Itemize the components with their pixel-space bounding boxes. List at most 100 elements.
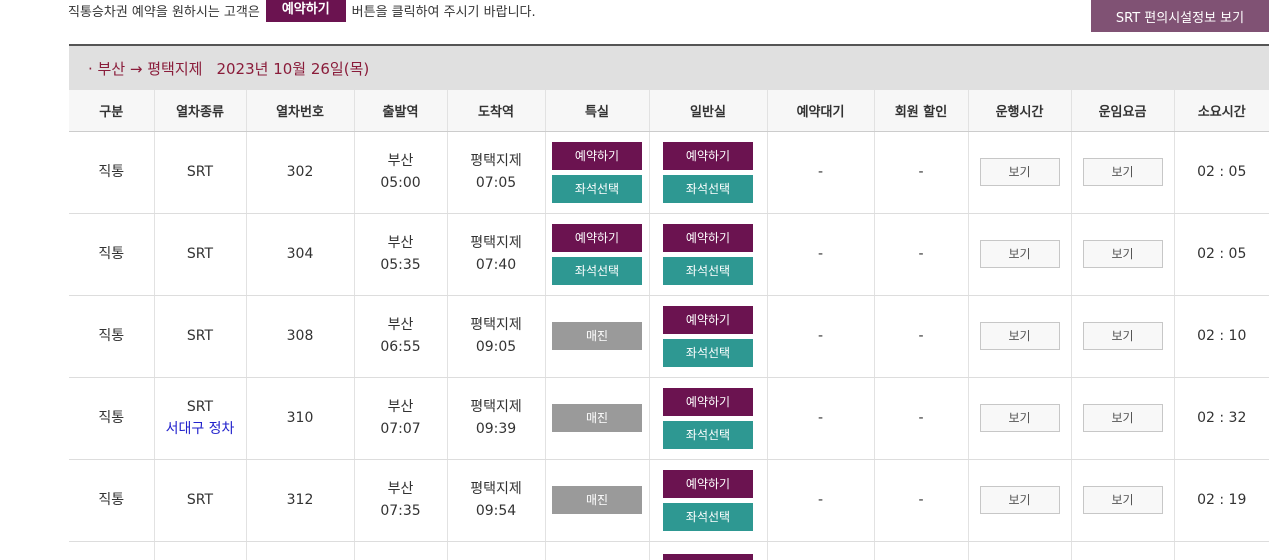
departure-time: 06:55 bbox=[380, 339, 421, 355]
seat-select-button-standard[interactable]: 좌석선택 bbox=[663, 420, 753, 449]
column-header-member-discount: 회원 할인 bbox=[873, 90, 968, 132]
departure-time: 07:35 bbox=[380, 503, 421, 519]
table-row-partial bbox=[69, 541, 1269, 560]
first-class-cell: 예약하기좌석선택 bbox=[544, 213, 649, 296]
view-fare-button[interactable]: 보기 bbox=[1082, 240, 1163, 268]
table-row: 직통 SRT 312 부산 07:35 평택지제 09:54 매진 예약하기 좌석… bbox=[69, 459, 1269, 542]
waitlist-cell: - bbox=[766, 295, 874, 378]
train-note: 서대구 정차 bbox=[165, 421, 235, 437]
route-header: · 부산 → 평택지제 2023년 10월 26일(목) bbox=[69, 44, 1269, 90]
view-fare-button[interactable]: 보기 bbox=[1082, 486, 1163, 514]
standard-class-cell: 예약하기좌석선택 bbox=[648, 377, 767, 460]
train-type-cell: SRT bbox=[153, 295, 246, 378]
schedule-cell: 보기 bbox=[967, 377, 1071, 460]
view-schedule-button[interactable]: 보기 bbox=[979, 486, 1060, 514]
duration-cell: 02 : 19 bbox=[1173, 459, 1269, 542]
seat-select-button-standard[interactable]: 좌석선택 bbox=[663, 174, 753, 203]
duration-cell: 02 : 05 bbox=[1173, 213, 1269, 296]
notice-text-after: 버튼을 클릭하여 주시기 바랍니다. bbox=[351, 4, 536, 20]
departure-station: 부산 bbox=[387, 235, 414, 251]
member-discount-cell: - bbox=[873, 295, 968, 378]
reserve-button-standard[interactable]: 예약하기 bbox=[663, 141, 753, 170]
seat-select-button-standard[interactable]: 좌석선택 bbox=[663, 502, 753, 531]
duration-cell: 02 : 10 bbox=[1173, 295, 1269, 378]
reserve-button-first-class[interactable]: 예약하기 bbox=[552, 223, 642, 252]
reserve-button-standard[interactable]: 예약하기 bbox=[663, 469, 753, 498]
first-class-cell: 매진 bbox=[544, 459, 649, 542]
view-fare-button[interactable]: 보기 bbox=[1082, 158, 1163, 186]
train-type-cell: SRT 서대구 정차 bbox=[153, 377, 246, 460]
view-schedule-button[interactable]: 보기 bbox=[979, 240, 1060, 268]
arrival-cell: 평택지제 07:05 bbox=[446, 131, 545, 214]
table-header-row: 구분 열차종류 열차번호 출발역 도착역 특실 일반실 예약대기 회원 할인 운… bbox=[69, 90, 1269, 132]
view-fare-button[interactable]: 보기 bbox=[1082, 404, 1163, 432]
table-row: 직통 SRT 서대구 정차 310 부산 07:07 평택지제 09:39 매진… bbox=[69, 377, 1269, 460]
view-fare-button[interactable]: 보기 bbox=[1082, 322, 1163, 350]
reserve-button-standard[interactable]: 예약하기 bbox=[663, 305, 753, 334]
first-class-cell: 예약하기좌석선택 bbox=[544, 131, 649, 214]
reservation-notice: 직통승차권 예약을 원하시는 고객은 예약하기 버튼을 클릭하여 주시기 바랍니… bbox=[68, 0, 536, 22]
standard-class-cell: 예약하기좌석선택 bbox=[648, 213, 767, 296]
fare-cell: 보기 bbox=[1070, 295, 1174, 378]
table-row: 직통 SRT 302 부산 05:00 평택지제 07:05 예약하기 좌석선택 … bbox=[69, 131, 1269, 214]
waitlist-cell: - bbox=[766, 213, 874, 296]
departure-cell: 부산 06:55 bbox=[353, 295, 447, 378]
departure-cell: 부산 07:07 bbox=[353, 377, 447, 460]
departure-cell: 부산 05:35 bbox=[353, 213, 447, 296]
column-header-train-number: 열차번호 bbox=[245, 90, 354, 132]
fare-cell: 보기 bbox=[1070, 131, 1174, 214]
category-cell: 직통 bbox=[69, 131, 154, 214]
duration-cell: 02 : 32 bbox=[1173, 377, 1269, 460]
fare-cell: 보기 bbox=[1070, 377, 1174, 460]
seat-select-button-standard[interactable]: 좌석선택 bbox=[663, 256, 753, 285]
column-header-schedule: 운행시간 bbox=[967, 90, 1071, 132]
standard-class-cell: 예약하기좌석선택 bbox=[648, 131, 767, 214]
view-schedule-button[interactable]: 보기 bbox=[979, 404, 1060, 432]
reserve-button-standard-partial[interactable] bbox=[663, 553, 753, 560]
reserve-button-standard[interactable]: 예약하기 bbox=[663, 387, 753, 416]
train-type-cell: SRT bbox=[153, 131, 246, 214]
departure-station: 부산 bbox=[387, 481, 414, 497]
view-schedule-button[interactable]: 보기 bbox=[979, 322, 1060, 350]
arrival-station: 평택지제 bbox=[470, 399, 522, 415]
table-row: 직통 SRT 308 부산 06:55 평택지제 09:05 매진 예약하기 좌석… bbox=[69, 295, 1269, 378]
arrival-time: 07:05 bbox=[475, 175, 517, 191]
category-cell: 직통 bbox=[69, 377, 154, 460]
notice-text-before: 직통승차권 예약을 원하시는 고객은 bbox=[68, 4, 260, 20]
schedule-cell: 보기 bbox=[967, 131, 1071, 214]
table-row: 직통 SRT 304 부산 05:35 평택지제 07:40 예약하기 좌석선택 … bbox=[69, 213, 1269, 296]
first-class-cell: 매진 bbox=[544, 377, 649, 460]
seat-select-button-standard[interactable]: 좌석선택 bbox=[663, 338, 753, 367]
column-header-duration: 소요시간 bbox=[1173, 90, 1269, 132]
train-type-cell: SRT bbox=[153, 459, 246, 542]
view-schedule-button[interactable]: 보기 bbox=[979, 158, 1060, 186]
first-class-cell: 매진 bbox=[544, 295, 649, 378]
train-type-cell: SRT bbox=[153, 213, 246, 296]
sold-out-first-class: 매진 bbox=[552, 404, 642, 432]
duration-cell: 02 : 05 bbox=[1173, 131, 1269, 214]
train-number-cell: 310 bbox=[245, 377, 354, 460]
arrival-cell: 평택지제 09:05 bbox=[446, 295, 545, 378]
reserve-button-standard[interactable]: 예약하기 bbox=[663, 223, 753, 252]
category-cell: 직통 bbox=[69, 213, 154, 296]
train-number-cell: 304 bbox=[245, 213, 354, 296]
waitlist-cell: - bbox=[766, 459, 874, 542]
member-discount-cell: - bbox=[873, 459, 968, 542]
train-number-cell: 308 bbox=[245, 295, 354, 378]
column-header-first-class: 특실 bbox=[544, 90, 649, 132]
arrival-cell: 평택지제 09:39 bbox=[446, 377, 545, 460]
reserve-button-first-class[interactable]: 예약하기 bbox=[552, 141, 642, 170]
departure-station: 부산 bbox=[387, 399, 414, 415]
seat-select-button-first-class[interactable]: 좌석선택 bbox=[552, 256, 642, 285]
waitlist-cell: - bbox=[766, 131, 874, 214]
arrival-time: 09:54 bbox=[475, 503, 517, 519]
column-header-category: 구분 bbox=[69, 90, 154, 132]
departure-cell: 부산 07:35 bbox=[353, 459, 447, 542]
category-cell: 직통 bbox=[69, 459, 154, 542]
seat-select-button-first-class[interactable]: 좌석선택 bbox=[552, 174, 642, 203]
fare-cell: 보기 bbox=[1070, 213, 1174, 296]
arrival-station: 평택지제 bbox=[470, 153, 522, 169]
srt-facility-info-button[interactable]: SRT 편의시설정보 보기 bbox=[1091, 0, 1269, 32]
arrival-time: 09:39 bbox=[475, 421, 517, 437]
schedule-cell: 보기 bbox=[967, 213, 1071, 296]
